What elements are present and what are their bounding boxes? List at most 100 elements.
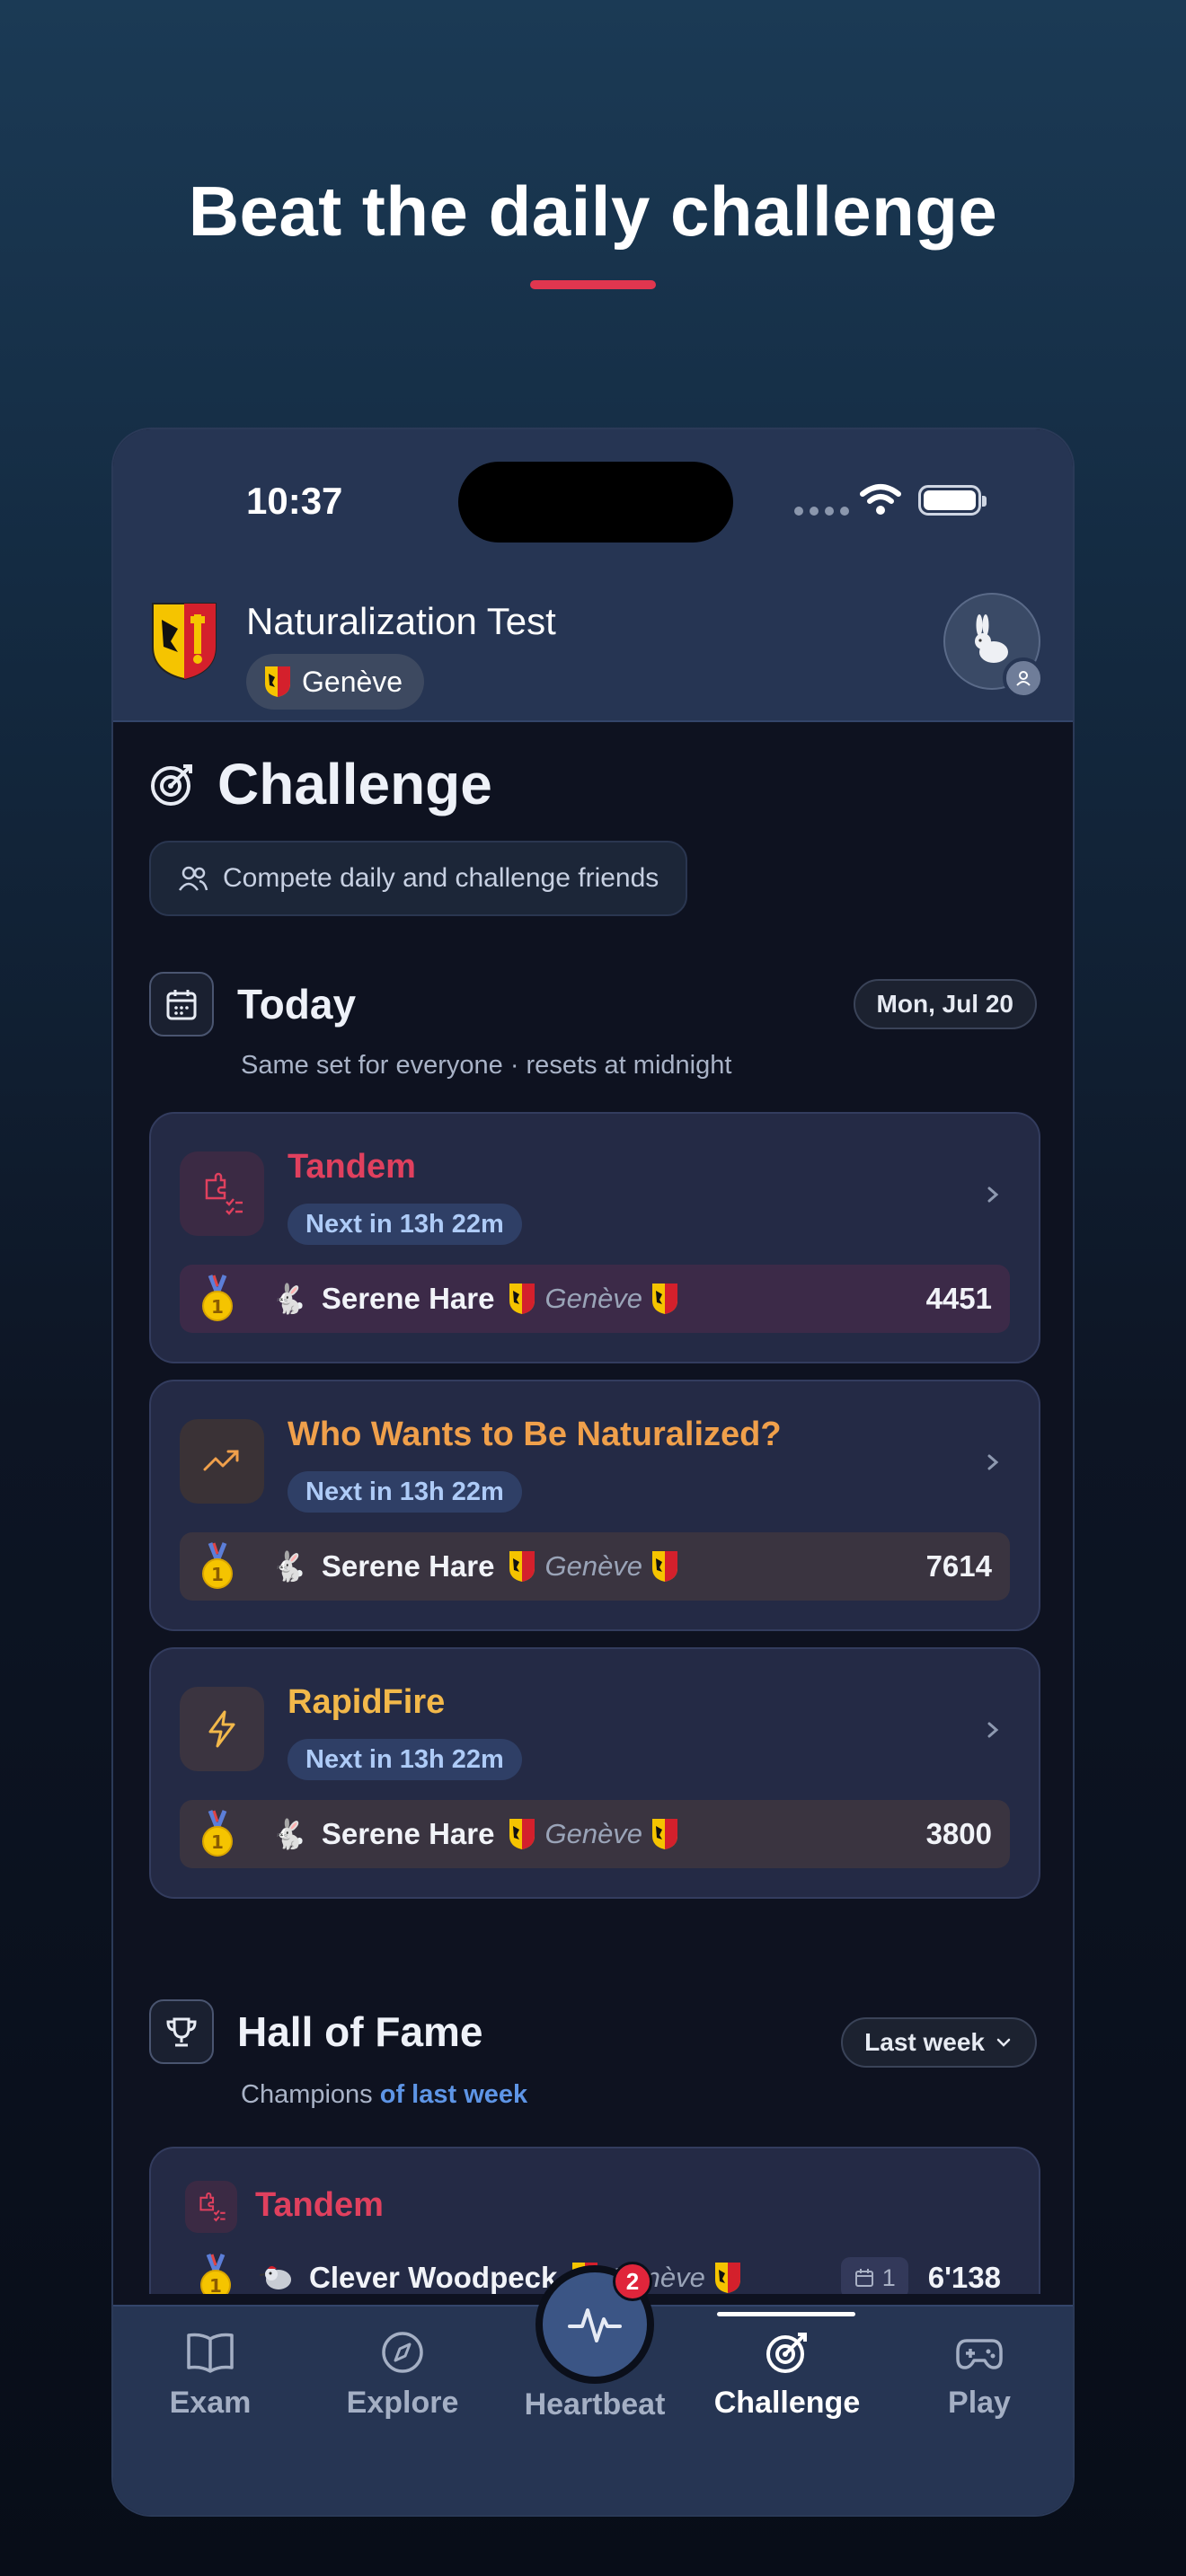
player-name: Clever Woodpeck xyxy=(309,2261,558,2294)
game-card-who-wants-to-be-naturalized[interactable]: Who Wants to Be Naturalized? Next in 13h… xyxy=(149,1380,1040,1631)
tagline-text: Compete daily and challenge friends xyxy=(223,863,659,893)
leader-row: 1 🐇 Serene Hare Genève 7614 xyxy=(180,1532,1010,1601)
canton-selector[interactable]: Genève xyxy=(246,654,425,710)
chevron-down-icon xyxy=(996,2038,1011,2047)
player-name: Serene Hare xyxy=(321,1549,495,1583)
geneva-crest-icon xyxy=(652,1284,678,1314)
users-icon xyxy=(178,866,208,891)
hall-of-fame-subtitle: Champions of last week xyxy=(241,2080,527,2110)
geneva-crest-icon xyxy=(509,1819,535,1849)
player-canton: Genève xyxy=(544,1550,643,1582)
days-won-count: 1 xyxy=(881,2263,896,2291)
leader-row: 1 🐇 Serene Hare Genève 3800 xyxy=(180,1800,1010,1868)
gold-medal-icon: 1 xyxy=(202,1542,233,1589)
pulse-icon xyxy=(568,2308,622,2342)
target-icon xyxy=(151,764,192,806)
today-subtitle: Same set for everyone · resets at midnig… xyxy=(241,1051,732,1080)
headline-underline xyxy=(530,280,656,289)
next-timer-badge: Next in 13h 22m xyxy=(288,1739,522,1780)
chevron-right-icon xyxy=(987,1454,999,1470)
active-tab-indicator xyxy=(717,2312,855,2316)
geneva-crest-icon xyxy=(714,2263,740,2293)
dynamic-island xyxy=(458,462,733,543)
tab-play[interactable]: Play xyxy=(890,2330,1069,2421)
date-chip: Mon, Jul 20 xyxy=(853,979,1037,1029)
period-dropdown[interactable]: Last week xyxy=(841,2017,1037,2068)
game-title: Who Wants to Be Naturalized? xyxy=(288,1416,782,1453)
headline: Beat the daily challenge xyxy=(188,172,998,251)
svg-text:1: 1 xyxy=(211,1564,224,1585)
chevron-right-icon xyxy=(987,1187,999,1203)
rabbit-icon: 🐇 xyxy=(271,1550,307,1583)
next-timer-badge: Next in 13h 22m xyxy=(288,1471,522,1513)
tagline-pill: Compete daily and challenge friends xyxy=(149,841,688,916)
player-name: Serene Hare xyxy=(321,1817,495,1850)
today-title: Today xyxy=(237,981,357,1028)
geneva-crest-icon xyxy=(509,1551,535,1582)
calendar-icon xyxy=(854,2269,873,2287)
status-bar: 10:37 xyxy=(113,429,1073,573)
player-score: 7614 xyxy=(925,1549,992,1583)
trophy-icon xyxy=(149,1999,214,2064)
tab-label-heartbeat[interactable]: Heartbeat xyxy=(500,2387,690,2422)
tab-explore[interactable]: Explore xyxy=(313,2330,492,2421)
notification-badge: 2 xyxy=(613,2262,652,2301)
leader-row: 1 🐇 Serene Hare Genève 4451 xyxy=(180,1265,1010,1333)
days-won-badge: 1 xyxy=(840,2257,908,2294)
page-title: Challenge xyxy=(149,751,492,817)
tab-label: Play xyxy=(948,2386,1011,2420)
compass-icon xyxy=(382,2332,423,2373)
tab-challenge[interactable]: Challenge xyxy=(697,2330,877,2421)
player-score: 4451 xyxy=(925,1282,992,1315)
player-canton: Genève xyxy=(544,1818,643,1849)
wifi-icon xyxy=(860,484,901,515)
calendar-icon xyxy=(149,972,214,1037)
period-label: Last week xyxy=(864,2028,985,2056)
tab-label: Explore xyxy=(346,2386,459,2420)
svg-text:1: 1 xyxy=(211,1831,224,1853)
battery-icon xyxy=(918,485,987,516)
tab-label: Exam xyxy=(169,2386,252,2420)
tab-label: Challenge xyxy=(713,2386,861,2420)
hall-of-fame-title: Hall of Fame xyxy=(237,2008,483,2055)
rabbit-icon: 🐇 xyxy=(271,1818,307,1850)
gold-medal-icon: 1 xyxy=(202,1810,233,1857)
svg-text:1: 1 xyxy=(209,2275,222,2294)
game-title: RapidFire xyxy=(288,1683,446,1721)
profile-badge-icon xyxy=(1003,657,1044,699)
player-name: Serene Hare xyxy=(321,1282,495,1315)
geneva-crest-icon xyxy=(652,1551,678,1582)
player-canton: Genève xyxy=(544,1283,643,1314)
gold-medal-icon: 1 xyxy=(200,2254,231,2294)
status-time: 10:37 xyxy=(246,480,343,522)
trending-up-icon xyxy=(180,1419,264,1504)
content-scroll[interactable]: Challenge Compete daily and challenge fr… xyxy=(113,724,1073,2294)
puzzle-checklist-icon xyxy=(180,1151,264,1236)
phone-frame: 10:37 Naturalization Test Genève Challen… xyxy=(111,428,1075,2517)
target-icon xyxy=(766,2333,807,2373)
subtitle-highlight: of last week xyxy=(379,2080,528,2109)
game-title: Tandem xyxy=(288,1148,416,1186)
app-title: Naturalization Test xyxy=(246,600,556,642)
gamepad-icon xyxy=(956,2339,1003,2369)
hall-of-fame-header: Hall of Fame xyxy=(149,1999,483,2064)
game-card-rapidfire[interactable]: RapidFire Next in 13h 22m 1 🐇 Serene Har… xyxy=(149,1647,1040,1899)
svg-text:1: 1 xyxy=(211,1296,224,1318)
woodpecker-icon xyxy=(259,2266,291,2289)
puzzle-checklist-icon xyxy=(185,2181,237,2233)
geneva-crest-icon xyxy=(509,1284,535,1314)
signal-icon xyxy=(794,507,849,516)
tab-exam[interactable]: Exam xyxy=(120,2330,300,2421)
chevron-right-icon xyxy=(987,1722,999,1738)
next-timer-badge: Next in 13h 22m xyxy=(288,1204,522,1245)
hof-game-title: Tandem xyxy=(255,2186,384,2224)
page-title-text: Challenge xyxy=(217,752,492,816)
gold-medal-icon: 1 xyxy=(202,1275,233,1321)
player-score: 6'138 xyxy=(927,2261,1001,2294)
today-header: Today xyxy=(149,972,356,1037)
game-card-tandem[interactable]: Tandem Next in 13h 22m 1 🐇 Serene Hare G… xyxy=(149,1112,1040,1363)
book-icon xyxy=(187,2333,234,2373)
app-header: Naturalization Test Genève xyxy=(113,573,1073,722)
lightning-icon xyxy=(180,1687,264,1771)
canton-label: Genève xyxy=(302,665,403,698)
